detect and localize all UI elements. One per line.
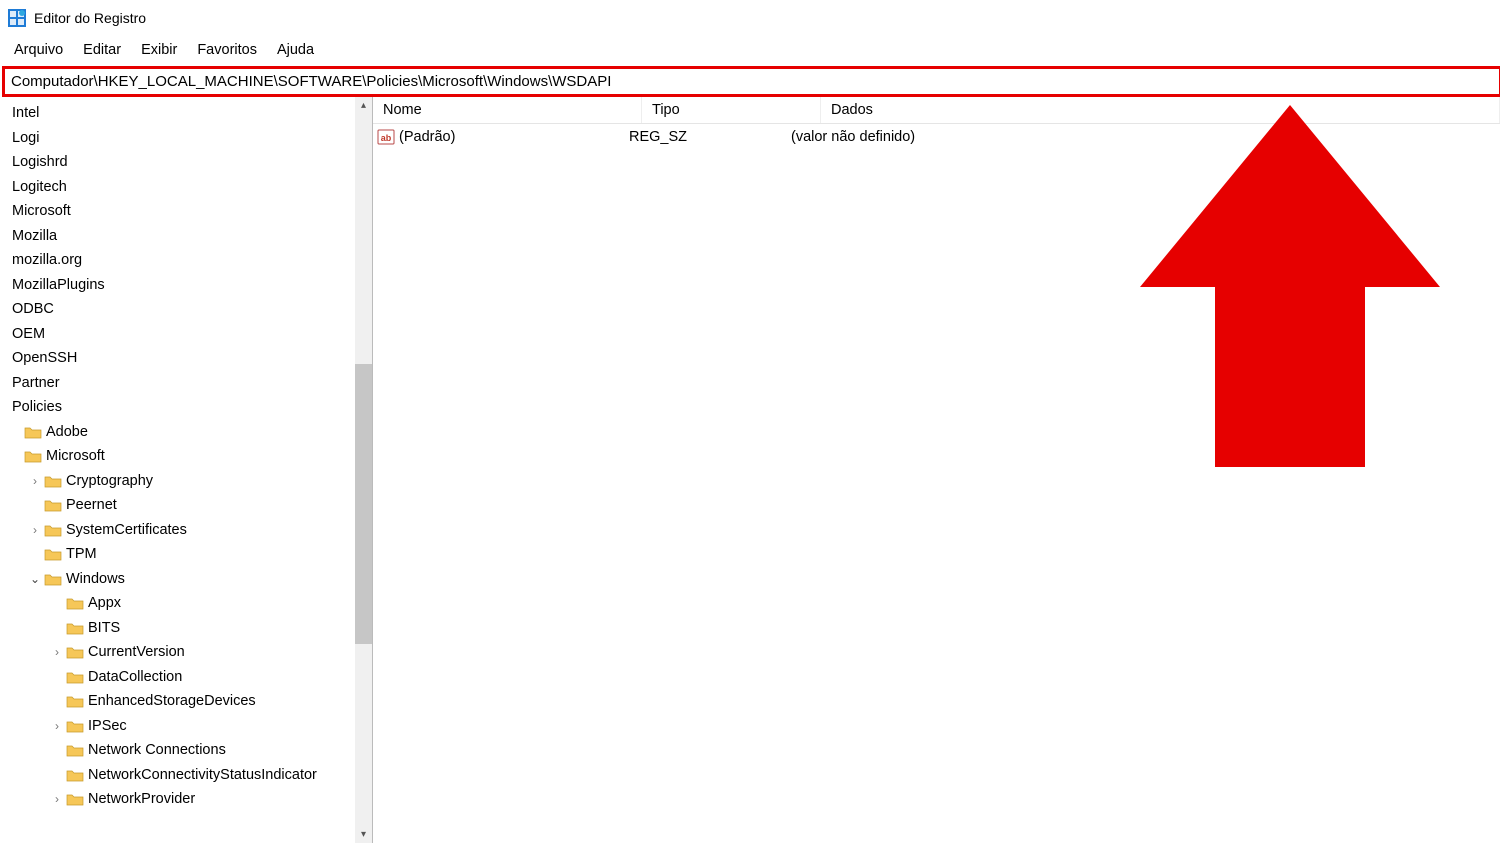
annotation-arrow-up-icon — [1120, 97, 1460, 477]
expand-icon: ▸ — [50, 763, 64, 788]
tree-item-currentversion[interactable]: › CurrentVersion — [6, 640, 355, 665]
tree-item[interactable]: Logi — [6, 126, 355, 151]
expand-icon: ▸ — [50, 616, 64, 641]
reg-sz-icon: ab — [377, 128, 395, 146]
main-split: Intel Logi Logishrd Logitech Microsoft M… — [0, 97, 1500, 843]
collapse-icon[interactable]: ⌄ — [28, 567, 42, 592]
value-data: (valor não definido) — [791, 129, 1500, 145]
tree-pane: Intel Logi Logishrd Logitech Microsoft M… — [0, 97, 373, 843]
menu-exibir[interactable]: Exibir — [131, 40, 187, 60]
expand-icon: ▸ — [28, 493, 42, 518]
tree-item[interactable]: OpenSSH — [6, 346, 355, 371]
tree-item[interactable]: Policies — [6, 395, 355, 420]
expand-icon: ▸ — [8, 444, 22, 469]
tree-item[interactable]: MozillaPlugins — [6, 273, 355, 298]
tree-item-enhancedstoragedevices[interactable]: ▸ EnhancedStorageDevices — [6, 689, 355, 714]
menu-arquivo[interactable]: Arquivo — [4, 40, 73, 60]
window-title: Editor do Registro — [34, 10, 146, 26]
addressbar[interactable]: Computador\HKEY_LOCAL_MACHINE\SOFTWARE\P… — [2, 66, 1500, 97]
expand-icon[interactable]: › — [50, 787, 64, 812]
scroll-thumb[interactable] — [355, 364, 372, 644]
tree-item-systemcertificates[interactable]: › SystemCertificates — [6, 518, 355, 543]
tree-scrollbar[interactable]: ▴ ▾ — [355, 97, 372, 843]
regedit-window: Editor do Registro Arquivo Editar Exibir… — [0, 0, 1500, 843]
tree-item[interactable]: OEM — [6, 322, 355, 347]
expand-icon[interactable]: › — [28, 518, 42, 543]
folder-icon — [44, 546, 62, 562]
expand-icon: ▸ — [50, 689, 64, 714]
tree-item[interactable]: Logishrd — [6, 150, 355, 175]
folder-icon — [66, 693, 84, 709]
tree-item[interactable]: Mozilla — [6, 224, 355, 249]
values-header: Nome Tipo Dados — [373, 97, 1500, 124]
menu-ajuda[interactable]: Ajuda — [267, 40, 324, 60]
tree-item[interactable]: Logitech — [6, 175, 355, 200]
expand-icon: ▸ — [50, 738, 64, 763]
folder-icon — [66, 791, 84, 807]
expand-icon: ▸ — [8, 420, 22, 445]
col-tipo[interactable]: Tipo — [642, 97, 821, 123]
expand-icon: ▸ — [50, 665, 64, 690]
col-dados[interactable]: Dados — [821, 97, 1500, 123]
addressbar-highlight: Computador\HKEY_LOCAL_MACHINE\SOFTWARE\P… — [0, 66, 1500, 97]
tree-item[interactable]: Microsoft — [6, 199, 355, 224]
tree-item[interactable]: Partner — [6, 371, 355, 396]
tree-item-networkconnections[interactable]: ▸ Network Connections — [6, 738, 355, 763]
tree-item-datacollection[interactable]: ▸ DataCollection — [6, 665, 355, 690]
folder-icon — [44, 473, 62, 489]
folder-icon — [66, 669, 84, 685]
values-pane: Nome Tipo Dados ab (Padrão) REG_SZ (valo… — [373, 97, 1500, 843]
tree-item-cryptography[interactable]: › Cryptography — [6, 469, 355, 494]
folder-icon — [44, 522, 62, 538]
tree-item[interactable]: Intel — [6, 101, 355, 126]
menu-favoritos[interactable]: Favoritos — [187, 40, 267, 60]
tree-item-networkconnectivity[interactable]: ▸ NetworkConnectivityStatusIndicator — [6, 763, 355, 788]
scroll-down-icon[interactable]: ▾ — [355, 826, 372, 843]
menu-editar[interactable]: Editar — [73, 40, 131, 60]
folder-icon — [66, 742, 84, 758]
regedit-icon — [8, 9, 26, 27]
titlebar: Editor do Registro — [0, 0, 1500, 38]
expand-icon[interactable]: › — [28, 469, 42, 494]
tree-item-peernet[interactable]: ▸ Peernet — [6, 493, 355, 518]
tree-item-networkprovider[interactable]: › NetworkProvider — [6, 787, 355, 812]
tree-item-ipsec[interactable]: › IPSec — [6, 714, 355, 739]
tree-item[interactable]: mozilla.org — [6, 248, 355, 273]
folder-icon — [44, 497, 62, 513]
folder-icon — [24, 424, 42, 440]
tree-item-bits[interactable]: ▸ BITS — [6, 616, 355, 641]
tree-item-tpm[interactable]: ▸ TPM — [6, 542, 355, 567]
folder-icon — [66, 718, 84, 734]
tree-item-microsoft[interactable]: ▸ Microsoft — [6, 444, 355, 469]
folder-icon — [66, 767, 84, 783]
tree-item[interactable]: ODBC — [6, 297, 355, 322]
tree-item-adobe[interactable]: ▸ Adobe — [6, 420, 355, 445]
registry-tree[interactable]: Intel Logi Logishrd Logitech Microsoft M… — [0, 97, 355, 843]
expand-icon[interactable]: › — [50, 640, 64, 665]
value-type: REG_SZ — [629, 129, 791, 145]
folder-icon — [66, 644, 84, 660]
menubar: Arquivo Editar Exibir Favoritos Ajuda — [0, 38, 1500, 66]
tree-item-windows[interactable]: ⌄ Windows — [6, 567, 355, 592]
folder-icon — [66, 620, 84, 636]
addressbar-path: Computador\HKEY_LOCAL_MACHINE\SOFTWARE\P… — [11, 73, 611, 90]
expand-icon: ▸ — [28, 542, 42, 567]
tree-item-appx[interactable]: ▸ Appx — [6, 591, 355, 616]
folder-icon — [66, 595, 84, 611]
col-nome[interactable]: Nome — [373, 97, 642, 123]
expand-icon: ▸ — [50, 591, 64, 616]
svg-text:ab: ab — [381, 133, 392, 143]
scroll-track[interactable] — [355, 114, 372, 826]
value-row[interactable]: ab (Padrão) REG_SZ (valor não definido) — [373, 124, 1500, 150]
folder-icon — [44, 571, 62, 587]
value-name: (Padrão) — [399, 129, 455, 145]
scroll-up-icon[interactable]: ▴ — [355, 97, 372, 114]
folder-icon — [24, 448, 42, 464]
expand-icon[interactable]: › — [50, 714, 64, 739]
